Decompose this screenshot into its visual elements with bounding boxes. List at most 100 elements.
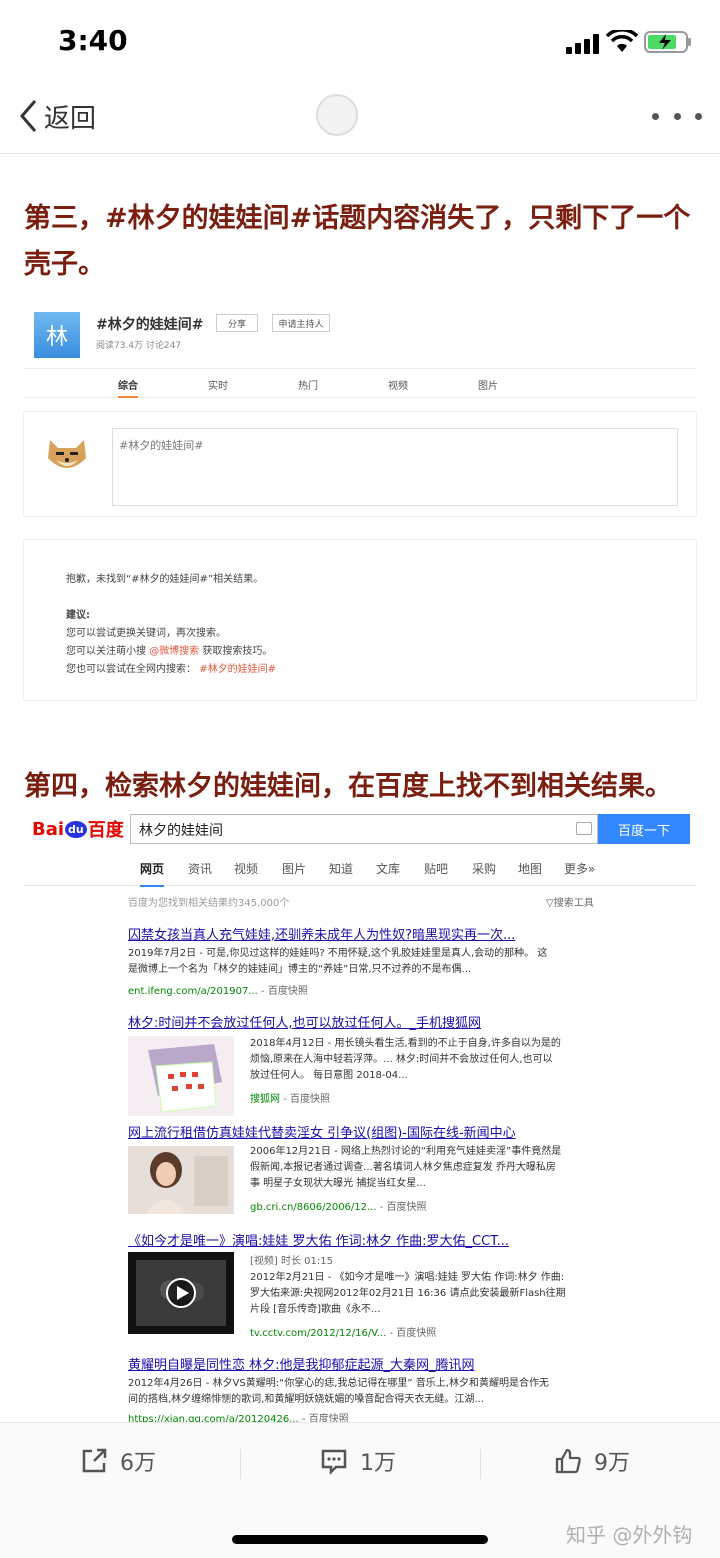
more-dot [652,112,659,120]
result-snippet: 2018年4月12日 - 用长镜头看生活,看到的不止于自身,许多自以为是的 烦恼… [250,1036,696,1084]
logo-text: Bai [32,818,65,840]
paw-icon: du [65,820,87,838]
snippet-line: 2019年7月2日 - 可是,你见过这样的娃娃吗? 不用怀疑,这个乳胶娃娃里是真… [128,948,548,959]
article-heading-4: 第四，检索林夕的娃娃间，在百度上找不到相关结果。 [24,771,672,802]
wifi-icon [606,30,638,52]
baidu-logo: Bai du 百度 [32,816,124,842]
snippet-line: 放过任何人。 每日意图 2018-04... [250,1070,408,1081]
share-button[interactable]: 分享 [216,314,258,332]
author-avatar[interactable] [316,94,358,136]
comment-icon [321,1449,347,1475]
result-count: 百度为您找到相关结果约345,000个 [128,898,290,909]
nav-bar: 返回 [0,80,720,154]
cache-link[interactable]: - 百度快照 [390,1328,437,1339]
suggest-text: 获取搜索技巧。 [202,646,273,657]
apply-host-button[interactable]: 申请主持人 [272,314,330,332]
divider [480,1449,481,1479]
topic-stats: 阅读73.4万 讨论247 [96,341,182,351]
tab-comprehensive[interactable]: 综合 [118,377,138,398]
url-text: ent.ifeng.com/a/201907... [128,986,258,997]
cache-link[interactable]: - 百度快照 [261,986,308,997]
result-title[interactable]: 林夕:时间并不会放过任何人,也可以放过任何人。_手机搜狐网 [128,1012,481,1031]
cache-link[interactable]: - 百度快照 [380,1202,427,1213]
comment-count: 1万 [360,1451,396,1476]
snippet-line: 假新闻,本报记者通过调查...著名填词人林夕焦虑症复发 乔丹大曝私房 [250,1162,556,1173]
snippet-line: 2012年4月26日 - 林夕VS黄耀明:“你掌心的痣,我总记得在哪里” 音乐上… [128,1378,549,1389]
status-bar: 3:40 [0,0,720,80]
more-dot [673,112,681,120]
result-title[interactable]: 囚禁女孩当真人充气娃娃,还驯养未成年人为性奴?暗黑现实再一次... [128,924,515,943]
snippet-line: [视频] 时长 01:15 [250,1256,333,1267]
tab-web[interactable]: 网页 [140,860,165,887]
tab-zhidao[interactable]: 知道 [329,860,353,877]
url-text: tv.cctv.com/2012/12/16/V... [250,1328,387,1339]
weibo-tabs: 综合 实时 热门 视频 图片 [24,368,696,398]
result-url[interactable]: 搜狐网 - 百度快照 [250,1090,330,1105]
result-url[interactable]: ent.ifeng.com/a/201907... - 百度快照 [128,982,308,997]
home-indicator[interactable] [232,1535,488,1544]
result-url[interactable]: gb.cri.cn/8606/2006/12... - 百度快照 [250,1198,427,1213]
baidu-screenshot: Bai du 百度 林夕的娃娃间 百度一下 网页 资讯 视频 图片 知道 文库 … [24,810,698,1425]
divider [240,1449,241,1479]
like-action[interactable]: 9万 [554,1445,630,1477]
logo-text: 百度 [87,820,124,841]
result-snippet: [视频] 时长 01:15 2012年2月21日 - 《如今才是唯一》演唱:娃娃… [250,1254,696,1318]
tab-video[interactable]: 视频 [234,860,258,877]
suggest-line-1: 您可以尝试更换关键词，再次搜索。 [66,628,226,639]
suggest-line-3: 您也可以尝试在全网内搜索： #林夕的娃娃间# [66,660,276,675]
tab-images[interactable]: 图片 [282,860,306,877]
tab-video[interactable]: 视频 [388,377,408,392]
result-thumbnail [128,1146,234,1214]
result-title[interactable]: 《如今才是唯一》演唱:娃娃 罗大佑 作词:林夕 作曲:罗大佑_CCT... [128,1230,509,1249]
tab-pictures[interactable]: 图片 [478,377,498,392]
snippet-line: 2012年2月21日 - 《如今才是唯一》演唱:娃娃 罗大佑 作词:林夕 作曲: [250,1272,565,1283]
tab-more[interactable]: 更多» [564,860,595,877]
tab-caigou[interactable]: 采购 [472,860,496,877]
result-title[interactable]: 网上流行租借仿真娃娃代替卖淫女 引争议(组图)-国际在线-新闻中心 [128,1122,516,1141]
back-label: 返回 [44,103,97,134]
weibo-screenshot: 林 #林夕的娃娃间# 分享 申请主持人 阅读73.4万 讨论247 综合 实时 … [24,294,696,704]
snippet-line: 2006年12月21日 - 网络上热烈讨论的“利用充气娃娃卖淫”事件竟然是 [250,1146,562,1157]
topic-title: #林夕的娃娃间# [96,317,204,333]
weibo-search-link[interactable]: @微博搜索 [149,646,199,657]
camera-icon[interactable] [576,822,592,835]
snippet-line: 烦恼,原来在人海中轻若浮萍。... 林夕:时间并不会放过任何人,也可以 [250,1054,553,1065]
no-result-panel: 抱歉，未找到“#林夕的娃娃间#”相关结果。 建议: 您可以尝试更换关键词，再次搜… [24,540,696,700]
web-search-link[interactable]: #林夕的娃娃间# [199,664,276,675]
heading-line: 第三，#林夕的娃娃间#话题内容消失了，只剩下了一个 [24,203,691,234]
watermark: 知乎 @外外钩 [566,1523,693,1547]
result-snippet: 2012年4月26日 - 林夕VS黄耀明:“你掌心的痣,我总记得在哪里” 音乐上… [128,1376,698,1408]
chevron-left-icon [20,100,37,132]
result-snippet: 2019年7月2日 - 可是,你见过这样的娃娃吗? 不用怀疑,这个乳胶娃娃里是真… [128,946,698,978]
tab-map[interactable]: 地图 [518,860,542,877]
tab-realtime[interactable]: 实时 [208,377,228,392]
tab-wenku[interactable]: 文库 [376,860,400,877]
suggest-text: 您可以关注萌小搜 [66,646,146,657]
snippet-line: 间的搭档,林夕缠绵悱恻的歌词,和黄耀明妖娆妩媚的嗓音配合得天衣无缝。江湖... [128,1394,484,1405]
more-menu-button[interactable] [652,96,702,136]
search-button[interactable]: 百度一下 [598,814,690,844]
compose-input[interactable]: #林夕的娃娃间# [112,428,678,506]
url-text: 搜狐网 [250,1094,280,1105]
video-thumbnail[interactable] [128,1252,234,1334]
comment-action[interactable]: 1万 [320,1445,396,1477]
share-action[interactable]: 6万 [80,1445,156,1477]
result-url[interactable]: tv.cctv.com/2012/12/16/V... - 百度快照 [250,1324,436,1339]
snippet-line: 事 明星子女现状大曝光 捕捉当红女星... [250,1178,426,1189]
more-dot [695,112,702,120]
result-title[interactable]: 黄耀明自曝是同性恋 林夕:他是我抑郁症起源_大秦网_腾讯网 [128,1354,475,1373]
topic-logo: 林 [34,312,80,358]
tab-tieba[interactable]: 贴吧 [424,860,448,877]
search-tools-button[interactable]: ▽搜索工具 [546,894,594,909]
snippet-line: 是微博上一个名为「林夕的娃娃间」博主的“养娃”日常,只不过养的不是布偶... [128,964,472,975]
back-button[interactable]: 返回 [18,94,96,138]
baidu-tabs: 网页 资讯 视频 图片 知道 文库 贴吧 采购 地图 更多» [24,850,696,887]
thumbs-up-icon [555,1448,581,1474]
heading-line: 壳子。 [24,249,105,280]
tab-news[interactable]: 资讯 [188,860,212,877]
cache-link[interactable]: - 百度快照 [283,1094,330,1105]
result-thumbnail [128,1036,234,1116]
tab-hot[interactable]: 热门 [298,377,318,392]
search-input[interactable]: 林夕的娃娃间 [130,814,598,844]
shiba-avatar-icon [48,440,86,468]
